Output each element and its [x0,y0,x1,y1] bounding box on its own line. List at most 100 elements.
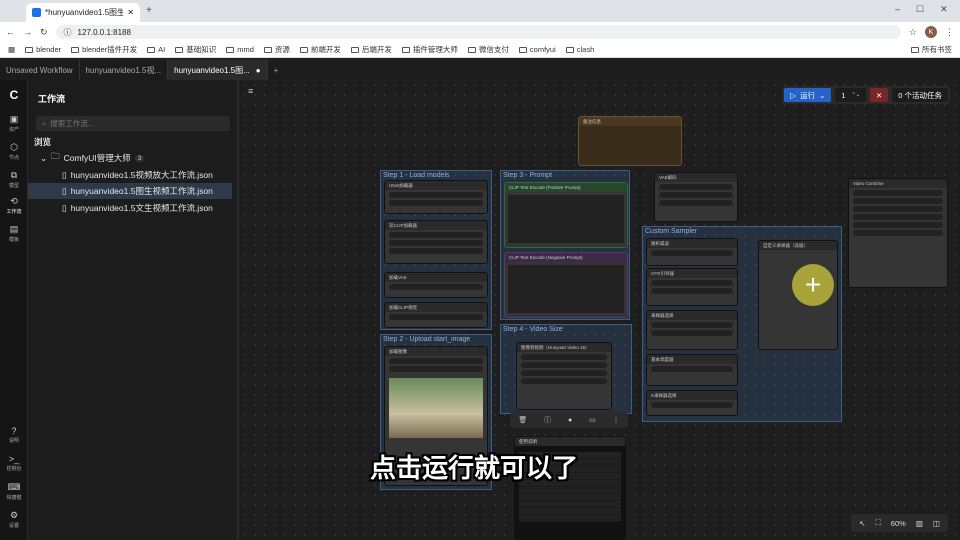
node-widget[interactable] [389,192,483,198]
bookmark-item[interactable]: blender插件开发 [71,44,137,55]
node-vae-loader[interactable]: 加载VAE [384,272,488,298]
node-cfg-guider[interactable]: CFG引导器 [646,268,738,306]
node-widget[interactable] [853,230,943,236]
node-widget[interactable] [389,314,483,320]
sidebar-item-models[interactable]: ⧉ 模型 [0,170,28,189]
node-unet-loader[interactable]: UNet加载器 [384,180,488,214]
node-widget[interactable] [389,232,483,238]
tab-workflow-upscale[interactable]: hunyuanvideo1.5视... [80,60,169,80]
bookmark-item[interactable]: blender [25,45,61,54]
node-widget[interactable] [659,192,733,198]
menu-icon[interactable]: ≡ [248,86,253,96]
node-image-to-video[interactable]: 图像到视频（Hunyuan Video 15） [516,342,612,410]
node-widget[interactable] [389,358,483,364]
tab-unsaved-workflow[interactable]: Unsaved Workflow [0,60,80,80]
info-icon[interactable]: ⓘ [544,415,551,425]
apps-icon[interactable]: ▦ [8,45,15,54]
maximize-icon[interactable]: ☐ [916,4,924,15]
bookmark-item[interactable]: AI [147,45,165,54]
sidebar-item-templates[interactable]: ▤ 模板 [0,224,28,243]
zoom-level[interactable]: 60% [891,519,906,528]
node-widget[interactable] [521,370,607,376]
run-button[interactable]: ▷ 运行 ⌄ [784,88,832,102]
bookmark-item[interactable]: comfyui [518,45,556,54]
back-icon[interactable]: ← [6,27,15,37]
node-widget[interactable] [853,206,943,212]
node-widget[interactable] [651,288,733,294]
node-clip-text-positive[interactable]: CLIP Text Encode (Positive Prompt) [504,182,628,248]
pointer-icon[interactable]: ↖ [859,519,865,528]
fit-view-icon[interactable]: ⛶ [876,518,881,528]
stepper-icon[interactable]: ⌃⌄ [852,92,860,98]
unsaved-dot-icon[interactable]: ● [256,66,261,75]
bookmark-item[interactable]: 微信支付 [467,44,509,55]
site-info-icon[interactable]: ⓘ [64,27,72,38]
sidebar-item-help[interactable]: ? 说明 [0,426,28,444]
folder-item[interactable]: ⌄ 🗀 ComfyUI管理大师 3 [28,150,232,166]
node-widget[interactable] [389,284,483,290]
prompt-textarea[interactable] [508,265,624,313]
node-widget[interactable] [389,200,483,206]
node-widget[interactable] [853,214,943,220]
menu-icon[interactable]: ⋮ [945,27,954,38]
node-vae-decode[interactable]: VAE解码 [654,172,738,222]
sidebar-item-workflows[interactable]: ⟲ 工作流 [0,196,28,215]
sidebar-item-assets[interactable]: ▣ 资产 [0,114,28,133]
batch-count-input[interactable]: 1 ⌃⌄ [835,88,866,102]
node-widget[interactable] [521,378,607,384]
bookmark-item[interactable]: 前端开发 [299,44,341,55]
node-widget[interactable] [659,200,733,206]
bookmark-item[interactable]: 基础知识 [175,44,216,55]
node-video-combine[interactable]: Video Combine [848,178,948,288]
node-widget[interactable] [389,248,483,254]
node-widget[interactable] [651,402,733,408]
url-input[interactable]: ⓘ 127.0.0.1:8188 [55,25,901,39]
all-bookmarks[interactable]: 所有书签 [911,44,952,55]
bookmark-item[interactable]: clash [565,45,594,54]
color-icon[interactable]: ● [568,417,572,424]
link-visibility-icon[interactable]: ◫ [933,519,940,528]
upload-button[interactable] [389,366,483,372]
bookmark-item[interactable]: 资源 [263,44,290,55]
sidebar-item-nodes[interactable]: ⬡ 节点 [0,142,28,161]
bookmark-item[interactable]: mmd [226,45,254,54]
workflow-file-item[interactable]: ▯ hunyuanvideo1.5视频放大工作流.json [28,167,232,183]
workflow-file-item-active[interactable]: ▯ hunyuanvideo1.5图生视频工作流.json [28,183,232,199]
node-basic-scheduler[interactable]: 基本调度器 [646,354,738,386]
node-widget[interactable] [651,366,733,372]
node-random-noise[interactable]: 随机噪波 [646,238,738,266]
reload-icon[interactable]: ↻ [40,27,48,38]
node-widget[interactable] [853,198,943,204]
profile-avatar[interactable]: K [925,26,937,38]
active-tasks-button[interactable]: 0 个活动任务 [892,88,948,102]
workflow-file-item[interactable]: ▯ hunyuanvideo1.5文生视频工作流.json [28,200,232,216]
node-widget[interactable] [651,322,733,328]
node-note[interactable]: 备注信息 [578,116,682,166]
star-icon[interactable]: ☆ [909,27,917,38]
new-tab-icon[interactable]: + [146,5,152,16]
search-input[interactable]: ⌕ 搜索工作流... [36,116,230,131]
sidebar-item-settings[interactable]: ⚙ 设置 [0,510,28,529]
bypass-icon[interactable]: ▭ [589,416,596,424]
node-widget[interactable] [651,250,733,256]
browser-tab[interactable]: *hunyuanvideo1.5图生视频工 ✕ [26,3,140,22]
graph-canvas[interactable]: ≡ ▷ 运行 ⌄ 1 ⌃⌄ ✕ 0 个活动任务 Step 1 - Load model… [240,80,960,540]
close-window-icon[interactable]: ✕ [940,4,948,15]
add-node-button[interactable]: + [792,264,834,306]
minimize-icon[interactable]: – [895,4,900,15]
chevron-down-icon[interactable]: ⌄ [819,91,825,100]
prompt-textarea[interactable] [508,195,624,243]
node-widget[interactable] [853,190,943,196]
node-ksampler-select[interactable]: K采样器选择 [646,390,738,416]
node-widget[interactable] [521,362,607,368]
cancel-button[interactable]: ✕ [869,88,889,102]
node-widget[interactable] [853,222,943,228]
node-clip-text-negative[interactable]: CLIP Text Encode (Negative Prompt) [504,252,628,318]
sidebar-item-console[interactable]: >_ 控制台 [0,454,28,472]
tab-workflow-i2v[interactable]: hunyuanvideo1.5图... ● [168,60,268,80]
close-icon[interactable]: ✕ [127,8,134,17]
minimap-icon[interactable]: ▥ [916,519,923,528]
delete-icon[interactable]: 🗑 [518,416,527,424]
sidebar-item-shortcuts[interactable]: ⌨ 快捷键 [0,482,28,501]
more-icon[interactable]: ⋮ [613,416,620,424]
